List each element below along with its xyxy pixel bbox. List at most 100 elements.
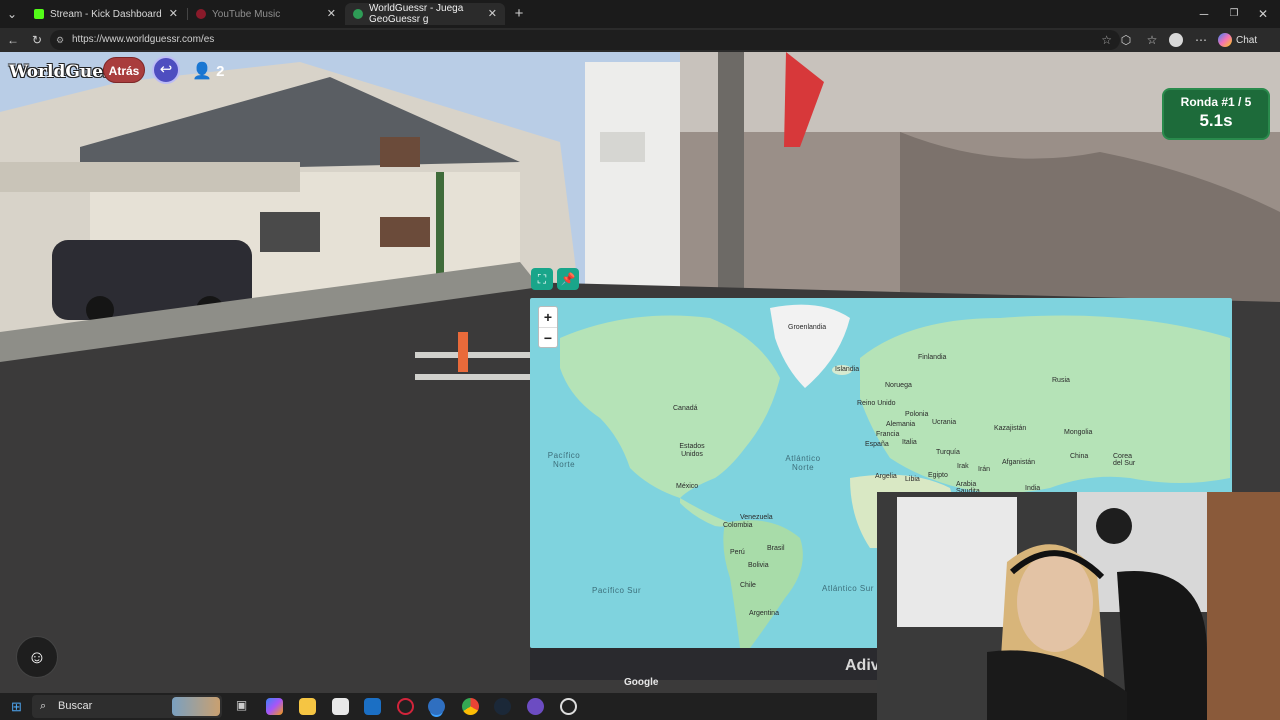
map-label-egipto: Egipto [928,472,948,479]
map-label-brasil: Brasil [767,545,785,552]
map-label-bolivia: Bolivia [748,562,769,569]
map-label-atlantico-norte: Atlántico Norte [785,454,821,472]
tab-list-chevron-icon[interactable]: ⌄ [4,6,20,22]
obs-icon[interactable] [560,698,577,715]
smiley-icon: ☺ [27,647,47,667]
url-text: https://www.worldguessr.com/es [72,34,215,45]
map-label-venezuela: Venezuela [740,514,773,521]
copilot-chat-button[interactable]: Chat [1218,33,1257,47]
streamer-webcam-image [877,492,1280,720]
google-logo: Google [624,677,659,688]
map-label-kazajistan: Kazajistán [994,425,1027,432]
chat-label: Chat [1236,34,1258,46]
favorites-icon[interactable]: ☆ [1144,32,1160,48]
chrome-icon[interactable] [462,698,479,715]
map-label-china: China [1070,453,1089,460]
app-icon-purple[interactable] [527,698,544,715]
map-zoom-control: + − [538,306,558,348]
close-tab-icon[interactable]: ✕ [484,7,497,20]
tab-youtube-music[interactable]: YouTube Music ✕ [188,3,344,25]
map-label-mongolia: Mongolia [1064,429,1093,436]
return-to-start-button[interactable]: ↩ [152,56,180,84]
map-label-india: India [1025,485,1041,492]
windows-taskbar: ⊞ ⌕ Buscar ▣ [0,693,877,720]
browser-toolbar: ← ↻ ⚙ https://www.worldguessr.com/es ☆ ⬡… [0,28,1280,52]
map-label-atlantico-sur: Atlántico Sur [822,584,874,593]
taskbar-search[interactable]: ⌕ Buscar [32,695,222,718]
map-label-argentina: Argentina [749,610,779,617]
map-label-chile: Chile [740,582,756,589]
fullscreen-icon: ⛶ [537,272,547,286]
close-tab-icon[interactable]: ✕ [169,7,178,20]
more-options-icon[interactable]: ⋯ [1193,32,1209,48]
map-label-turquia: Turquía [936,449,960,456]
back-arrow-icon[interactable]: ← [5,32,21,48]
zoom-in-button[interactable]: + [539,307,557,327]
opera-icon[interactable] [397,698,414,715]
profile-avatar[interactable] [1169,33,1183,47]
extensions-icon[interactable]: ⬡ [1118,32,1134,48]
map-label-alemania: Alemania [886,421,916,428]
map-label-italia: Italia [902,439,917,446]
restore-window-icon[interactable]: ❐ [1226,6,1242,22]
map-label-ucrania: Ucrania [932,419,957,426]
map-label-eeuu: Estados Unidos [679,443,705,458]
map-label-reino-unido: Reino Unido [857,400,896,407]
map-label-mexico: México [676,483,699,490]
tab-label: YouTube Music [212,8,281,20]
map-label-groenlandia: Groenlandia [788,324,827,331]
map-label-espana: España [865,441,889,448]
round-timer: 5.1s [1199,111,1233,130]
close-window-icon[interactable]: ✕ [1255,6,1271,22]
map-label-irak: Irak [957,463,969,470]
worldguessr-icon [353,9,363,19]
windows-start-icon[interactable]: ⊞ [8,698,25,715]
tab-kick-dashboard[interactable]: Stream - Kick Dashboard ✕ [26,3,186,25]
steam-icon[interactable] [494,698,511,715]
browser-tab-strip: ⌄ Stream - Kick Dashboard ✕ YouTube Musi… [0,0,1280,28]
pin-icon: 📌 [560,272,576,286]
emoji-chat-button[interactable]: ☺ [16,636,58,678]
back-button[interactable]: Atrás [103,57,145,83]
new-tab-button[interactable]: + [511,6,527,22]
expand-map-button[interactable]: ⛶ [531,268,553,290]
map-label-corea: Corea del Sur [1113,453,1136,467]
map-label-peru: Perú [730,549,745,556]
round-label: Ronda #1 / 5 [1180,95,1252,109]
task-view-icon[interactable]: ▣ [233,698,250,715]
microsoft-store-icon[interactable] [332,698,349,715]
site-info-icon[interactable]: ⚙ [56,30,64,50]
map-label-iran: Irán [978,466,991,473]
map-label-pacifico-norte: Pacífico Norte [547,451,581,469]
map-label-polonia: Polonia [905,411,929,418]
file-explorer-icon[interactable] [299,698,316,715]
minimize-window-icon[interactable]: ─ [1196,6,1212,22]
user-icon: 👤 [192,63,212,80]
search-icon: ⌕ [40,700,47,712]
copilot-taskbar-icon[interactable] [266,698,283,715]
tab-label: Stream - Kick Dashboard [50,8,162,20]
kick-icon [34,9,44,19]
pin-map-button[interactable]: 📌 [557,268,579,290]
map-label-colombia: Colombia [723,522,753,529]
address-bar[interactable]: ⚙ https://www.worldguessr.com/es ☆ [50,30,1120,50]
favorite-star-icon[interactable]: ☆ [1101,30,1112,50]
map-label-islandia: Islandia [835,366,860,373]
zoom-out-button[interactable]: − [539,327,557,347]
edge-icon[interactable] [428,698,445,715]
players-count: 👤 2 [192,61,224,81]
map-label-libia: Libia [905,476,920,483]
webcam-overlay [877,492,1280,720]
search-highlight-image [172,697,220,716]
map-label-afganistan: Afganistán [1002,459,1036,466]
map-label-canada: Canadá [673,405,698,412]
outlook-icon[interactable] [364,698,381,715]
refresh-icon[interactable]: ↻ [29,32,45,48]
map-controls: ⛶ 📌 [531,268,579,290]
map-label-rusia: Rusia [1052,377,1070,384]
close-tab-icon[interactable]: ✕ [327,7,336,20]
map-label-pacifico-sur: Pacífico Sur [592,586,642,595]
round-indicator: Ronda #1 / 5 5.1s [1162,88,1270,140]
tab-worldguessr[interactable]: WorldGuessr - Juega GeoGuessr g ✕ [345,3,505,25]
youtube-music-icon [196,9,206,19]
